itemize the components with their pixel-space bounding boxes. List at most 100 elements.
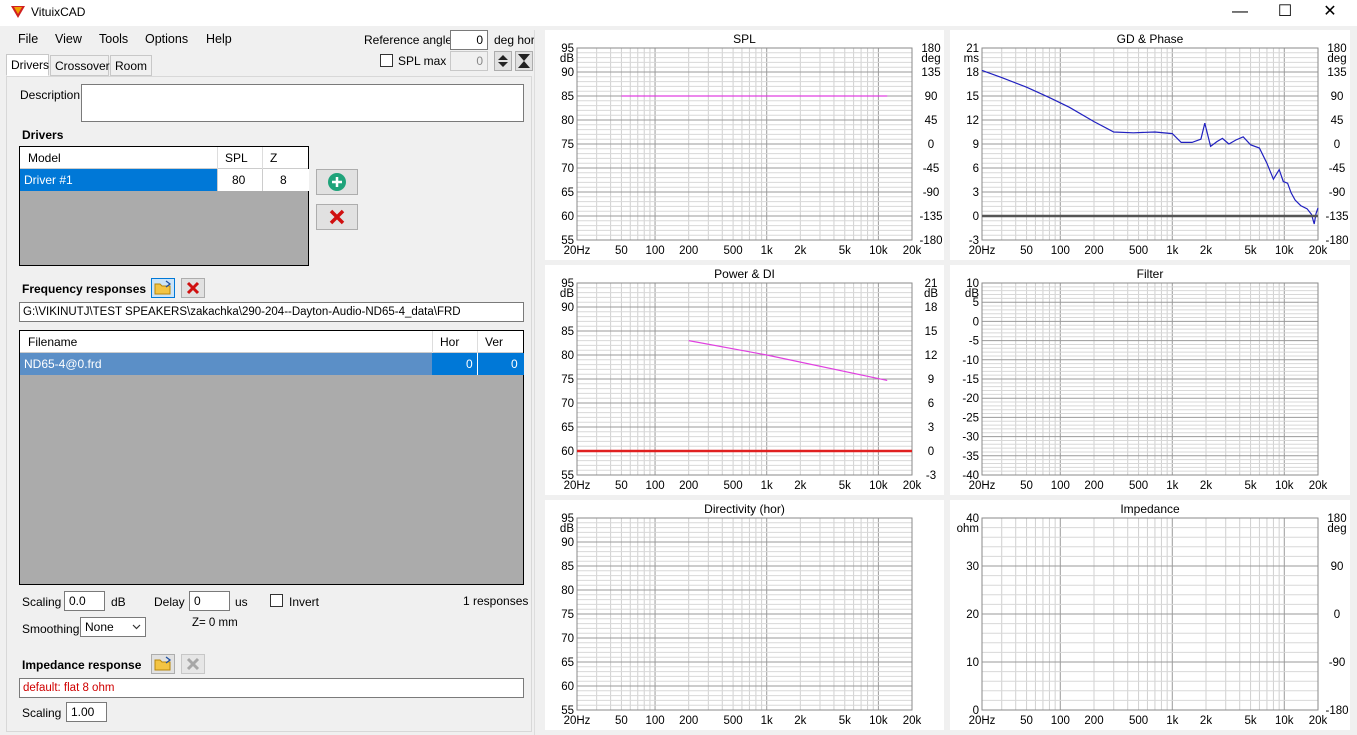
y-axis-unit: ohm bbox=[957, 523, 979, 535]
panel-divider bbox=[534, 30, 535, 735]
response-hor: 0 bbox=[466, 357, 473, 371]
chart-gd-phase[interactable]: GD & Phase 21 18 15 12 9 6 3 0 -3 ms 180 135 90 45 0 -4… bbox=[950, 30, 1350, 260]
x-tick-label: 500 bbox=[1129, 480, 1148, 492]
y2-tick-label: 0 bbox=[928, 446, 934, 458]
column-z[interactable]: Z bbox=[270, 151, 277, 165]
delete-x-icon bbox=[186, 281, 200, 295]
x-tick-label: 200 bbox=[1084, 715, 1103, 727]
x-tick-label: 1k bbox=[1166, 715, 1178, 727]
scaling-input[interactable]: 0.0 bbox=[64, 591, 105, 611]
invert-checkbox[interactable] bbox=[270, 594, 283, 607]
impedance-response-path[interactable]: default: flat 8 ohm bbox=[19, 678, 524, 698]
menu-options[interactable]: Options bbox=[145, 32, 188, 46]
y-tick-label: 70 bbox=[561, 633, 574, 645]
y-tick-label: 0 bbox=[973, 316, 979, 328]
delay-input[interactable]: 0 bbox=[189, 591, 230, 611]
spl-max-range-button[interactable] bbox=[515, 51, 533, 71]
x-tick-label: 500 bbox=[724, 480, 743, 492]
x-tick-label: 5k bbox=[839, 715, 851, 727]
smoothing-value: None bbox=[85, 620, 114, 634]
y-tick-label: 30 bbox=[966, 561, 979, 573]
maximize-button[interactable]: ☐ bbox=[1262, 0, 1308, 26]
tab-room[interactable]: Room bbox=[110, 55, 152, 76]
x-tick-label: 500 bbox=[1129, 245, 1148, 257]
impedance-scaling-label: Scaling bbox=[22, 706, 62, 720]
y2-tick-label: -180 bbox=[919, 235, 942, 247]
impedance-scaling-input[interactable]: 1.00 bbox=[66, 702, 107, 722]
column-model[interactable]: Model bbox=[28, 151, 61, 165]
menu-view[interactable]: View bbox=[55, 32, 82, 46]
x-tick-label: 10k bbox=[869, 715, 888, 727]
y2-tick-label: -45 bbox=[1329, 163, 1346, 175]
y2-tick-label: 0 bbox=[1334, 609, 1340, 621]
x-tick-label: 2k bbox=[794, 480, 806, 492]
y2-tick-label: 0 bbox=[1334, 139, 1340, 151]
table-row[interactable]: Driver #1 80 8 bbox=[20, 169, 309, 191]
spl-max-spin-button[interactable] bbox=[494, 51, 512, 71]
y-tick-label: -20 bbox=[962, 393, 979, 405]
x-tick-label: 5k bbox=[1244, 245, 1256, 257]
x-tick-label: 500 bbox=[724, 245, 743, 257]
y-tick-label: 85 bbox=[561, 326, 574, 338]
chart-spl[interactable]: SPL 95 90 85 80 75 70 65 60 55 dB 180 135 90 45 0 -45 -9… bbox=[545, 30, 944, 260]
x-tick-label: 10k bbox=[1275, 715, 1294, 727]
chart-power-di[interactable]: Power & DI 95 90 85 80 75 70 65 60 55 dB 21 18 15 12 9… bbox=[545, 265, 944, 495]
spl-max-input[interactable]: 0 bbox=[450, 51, 488, 71]
y2-tick-label: 90 bbox=[1331, 561, 1344, 573]
column-hor[interactable]: Hor bbox=[440, 335, 459, 349]
menu-tools[interactable]: Tools bbox=[99, 32, 128, 46]
column-ver[interactable]: Ver bbox=[485, 335, 503, 349]
frequency-response-path[interactable]: G:\VIKINUTJ\TEST SPEAKERS\zakachka\290-2… bbox=[19, 302, 524, 322]
smoothing-label: Smoothing bbox=[22, 622, 80, 636]
impedance-plot: 403020100ohm180900-90-180deg20Hz 50 100 200… bbox=[957, 513, 1349, 727]
column-filename[interactable]: Filename bbox=[28, 335, 77, 349]
y-tick-label: -30 bbox=[962, 432, 979, 444]
spl-max-checkbox[interactable] bbox=[380, 54, 393, 67]
open-frequency-response-button[interactable] bbox=[151, 278, 175, 298]
y-tick-label: 75 bbox=[561, 374, 574, 386]
x-tick-label: 20k bbox=[1309, 480, 1328, 492]
delay-label: Delay bbox=[154, 595, 185, 609]
x-tick-label: 20Hz bbox=[564, 715, 591, 727]
remove-impedance-button[interactable] bbox=[181, 654, 205, 674]
y2-tick-label: -180 bbox=[1325, 235, 1348, 247]
reference-angle-input[interactable]: 0 bbox=[450, 30, 488, 50]
chart-directivity[interactable]: Directivity (hor) 95 90 85 80 75 70 65 60 55 dB 20… bbox=[545, 500, 944, 730]
x-tick-label: 1k bbox=[1166, 480, 1178, 492]
tab-drivers[interactable]: Drivers bbox=[6, 54, 49, 76]
y-tick-label: 65 bbox=[561, 657, 574, 669]
frequency-response-table[interactable]: Filename Hor Ver ND65-4@0.frd 0 0 bbox=[19, 330, 524, 585]
y-tick-label: 9 bbox=[973, 139, 979, 151]
tab-crossover[interactable]: Crossover bbox=[50, 55, 110, 76]
reference-angle-label: Reference angle bbox=[364, 33, 453, 47]
open-impedance-button[interactable] bbox=[151, 654, 175, 674]
column-spl[interactable]: SPL bbox=[225, 151, 248, 165]
chart-filter[interactable]: Filter 10 5 0 -5 -10 -15 -20 -25 -30 -35 -40 dB 20Hz… bbox=[950, 265, 1350, 495]
smoothing-select[interactable]: None bbox=[80, 617, 146, 637]
drivers-table-header: Model SPL Z bbox=[20, 147, 308, 169]
chart-impedance[interactable]: Impedance 40 30 20 10 0 ohm 180 90 0 -90 -180 deg 20… bbox=[950, 500, 1350, 730]
menu-file[interactable]: File bbox=[18, 32, 38, 46]
scaling-label: Scaling bbox=[22, 595, 62, 609]
close-button[interactable]: ✕ bbox=[1307, 0, 1353, 26]
minimize-button[interactable]: — bbox=[1217, 0, 1263, 26]
y2-tick-label: -90 bbox=[923, 187, 940, 199]
menu-help[interactable]: Help bbox=[206, 32, 232, 46]
x-tick-label: 50 bbox=[615, 480, 628, 492]
table-row[interactable]: ND65-4@0.frd 0 0 bbox=[20, 353, 524, 375]
y-tick-label: 80 bbox=[561, 350, 574, 362]
description-input[interactable] bbox=[81, 84, 524, 122]
description-label: Description bbox=[20, 88, 81, 102]
drivers-table[interactable]: Model SPL Z Driver #1 80 8 bbox=[19, 146, 309, 266]
remove-frequency-response-button[interactable] bbox=[181, 278, 205, 298]
response-ver: 0 bbox=[511, 357, 518, 371]
delay-unit: us bbox=[235, 595, 248, 609]
y-tick-label: 65 bbox=[561, 187, 574, 199]
remove-driver-button[interactable] bbox=[316, 204, 358, 230]
y-tick-label: 3 bbox=[973, 187, 979, 199]
filter-plot: 1050-5-10-15-20-25-30-35-40dB20Hz 50 100 20… bbox=[962, 278, 1328, 492]
add-driver-button[interactable] bbox=[316, 169, 358, 195]
y-tick-label: 15 bbox=[966, 91, 979, 103]
window-title: VituixCAD bbox=[31, 5, 86, 19]
plus-circle-icon bbox=[328, 173, 346, 191]
